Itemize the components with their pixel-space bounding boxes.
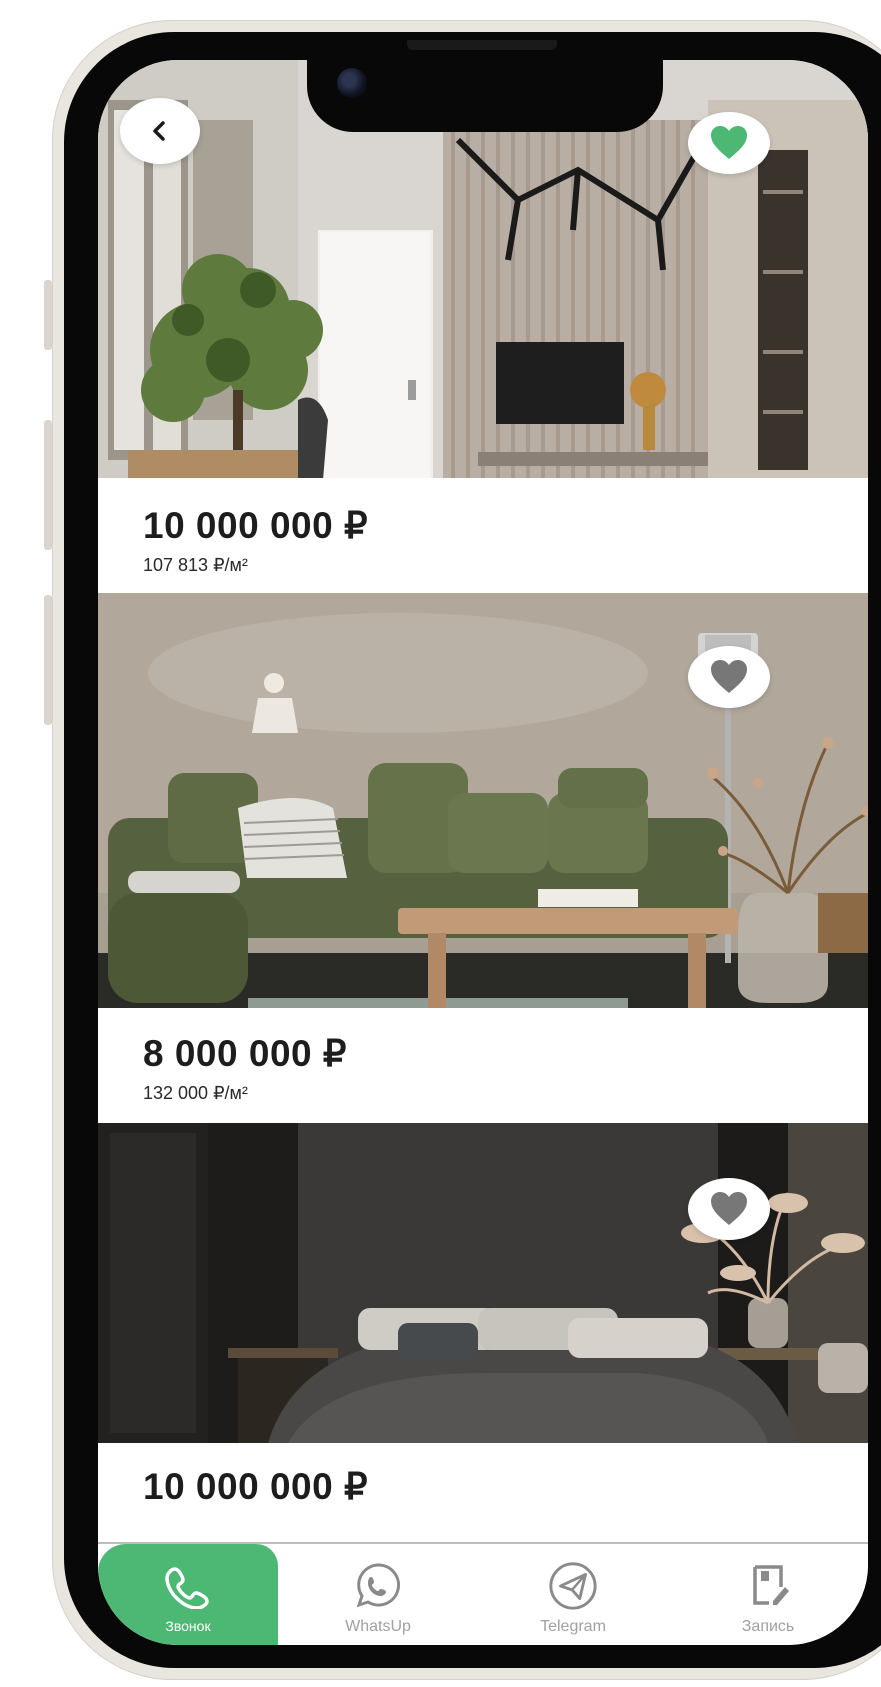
listing-card-1[interactable]: 10 000 000 ₽ 107 813 ₽/м² (98, 478, 868, 593)
favorite-button-3[interactable] (688, 1178, 770, 1240)
heart-icon (711, 126, 747, 159)
heart-icon (711, 660, 747, 693)
nav-whatsapp[interactable]: WhatsUp (288, 1544, 468, 1645)
listing-price: 10 000 000 ₽ (143, 505, 369, 546)
favorite-button-2[interactable] (688, 646, 770, 708)
speaker-grille (407, 40, 557, 50)
nav-call-label: Звонок (165, 1618, 211, 1634)
silent-switch (44, 280, 52, 350)
listing-price: 10 000 000 ₽ (143, 1466, 369, 1507)
chevron-left-icon (153, 121, 165, 141)
volume-down-button (44, 595, 52, 725)
listing-card-3[interactable]: 10 000 000 ₽ (98, 1443, 868, 1542)
nav-booking[interactable]: Запись (678, 1544, 858, 1645)
nav-booking-label: Запись (741, 1618, 795, 1635)
favorite-button-1[interactable] (688, 112, 770, 174)
edit-note-icon (742, 1560, 794, 1612)
phone-icon (162, 1560, 214, 1612)
listing-price-per-m2: 107 813 ₽/м² (143, 555, 248, 575)
phone-notch (307, 40, 663, 132)
listing-card-2[interactable]: 8 000 000 ₽ 132 000 ₽/м² (98, 1008, 868, 1123)
telegram-icon (547, 1560, 599, 1612)
nav-telegram[interactable]: Telegram (483, 1544, 663, 1645)
bottom-contact-bar: Звонок WhatsUp Telegram Запись (98, 1542, 868, 1645)
back-button[interactable] (120, 98, 200, 164)
whatsapp-icon (352, 1560, 404, 1612)
volume-up-button (44, 420, 52, 550)
nav-call[interactable]: Звонок (98, 1544, 278, 1645)
heart-icon (711, 1192, 747, 1225)
app-screen: 10 000 000 ₽ 107 813 ₽/м² 8 000 000 ₽ 13… (98, 60, 868, 1645)
listing-price: 8 000 000 ₽ (143, 1033, 347, 1074)
nav-telegram-label: Telegram (540, 1618, 606, 1635)
nav-whatsapp-label: WhatsUp (345, 1618, 411, 1635)
listing-photo-3[interactable] (98, 1123, 868, 1443)
front-camera (337, 68, 367, 98)
listing-price-per-m2: 132 000 ₽/м² (143, 1083, 248, 1103)
